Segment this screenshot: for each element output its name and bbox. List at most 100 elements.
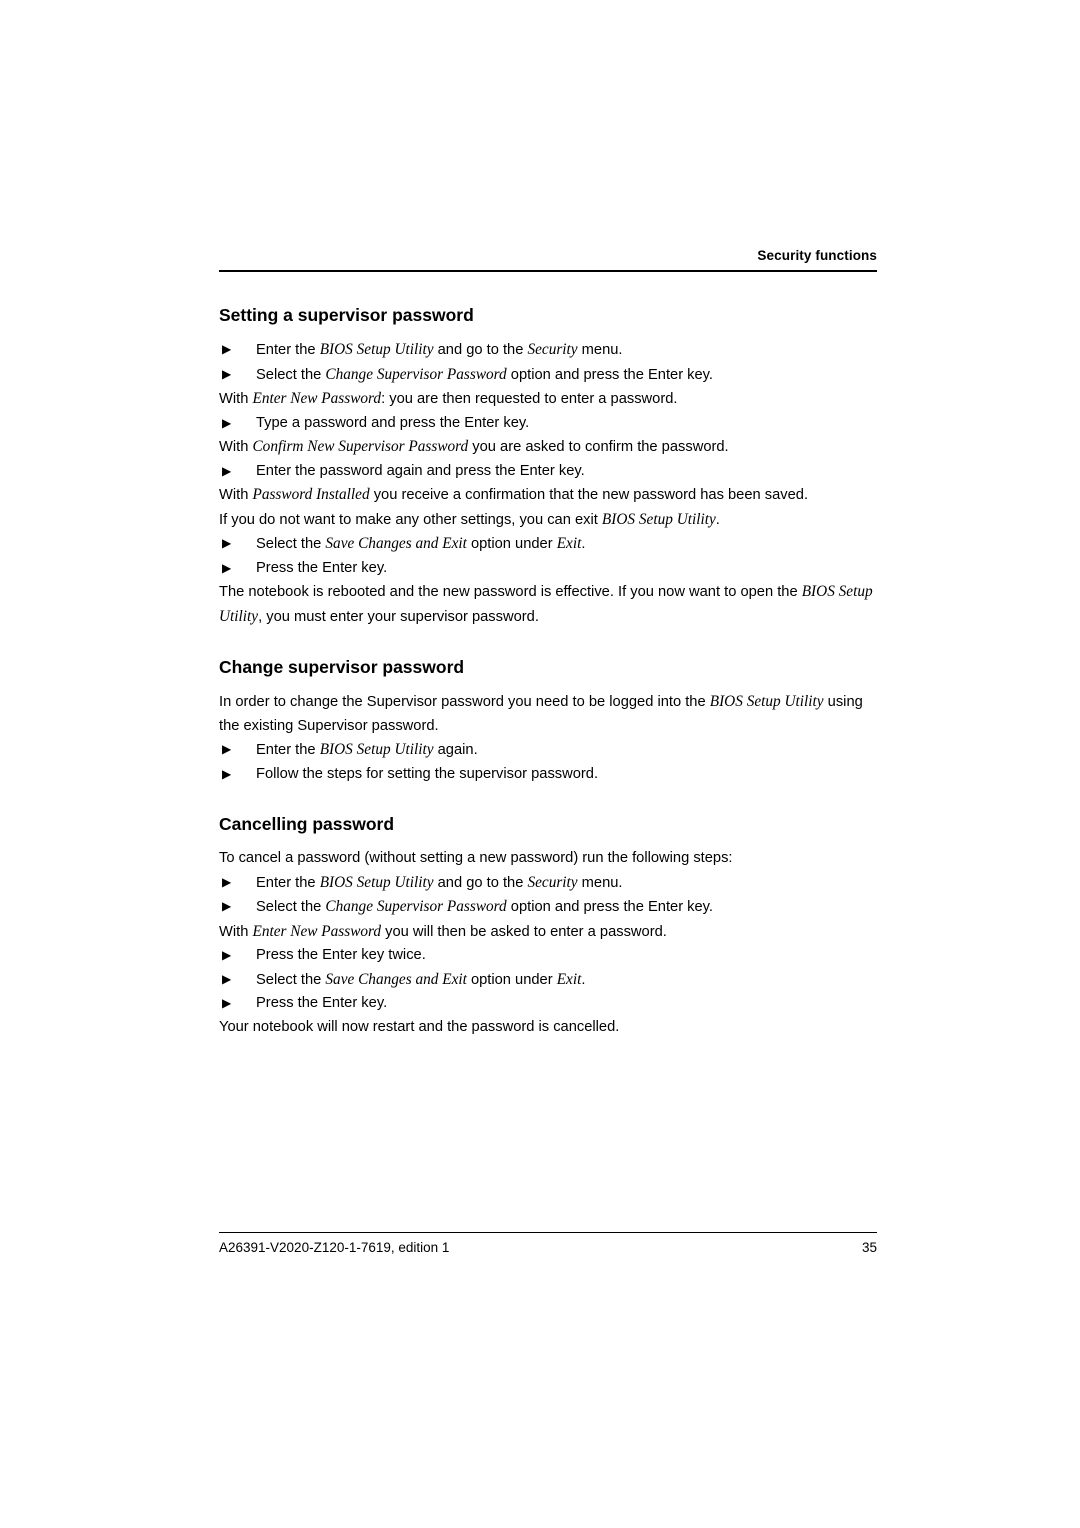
paragraph: Your notebook will now restart and the p…	[219, 1016, 884, 1040]
bullet-triangle-icon: ▶	[222, 463, 232, 478]
plain-text: .	[581, 971, 586, 988]
plain-text: Your notebook will now restart and the p…	[219, 1018, 620, 1035]
plain-text: Type a password and press the Enter key.	[256, 414, 530, 431]
plain-text: With	[219, 487, 253, 503]
plain-text: With	[219, 923, 253, 940]
plain-text: you are asked to confirm the password.	[468, 439, 729, 455]
emphasis-text: Enter New Password	[252, 922, 382, 940]
emphasis-text: BIOS Setup Utility	[709, 693, 824, 710]
emphasis-text: Save Changes and Exit	[325, 535, 467, 552]
paragraph: If you do not want to make any other set…	[219, 508, 884, 533]
emphasis-text: Exit	[556, 970, 582, 988]
paragraph: the existing Supervisor password.	[219, 715, 884, 739]
step-item: ▶ Type a password and press the Enter key…	[219, 412, 884, 436]
plain-text: Select the	[256, 971, 326, 988]
bullet-triangle-icon: ▶	[222, 996, 232, 1010]
plain-text: With	[219, 439, 253, 455]
plain-text: With	[219, 391, 253, 407]
step-item: ▶ Select the Save Changes and Exit option…	[219, 968, 884, 993]
plain-text: Press the Enter key.	[256, 995, 388, 1011]
plain-text: The notebook is rebooted and the new pas…	[219, 584, 802, 600]
bullet-triangle-icon: ▶	[222, 415, 232, 430]
plain-text: Follow the steps for setting the supervi…	[256, 765, 599, 782]
bullet-triangle-icon: ▶	[222, 342, 232, 356]
plain-text: Enter the	[256, 874, 320, 891]
step-item: ▶ Enter the BIOS Setup Utility and go to …	[219, 338, 884, 363]
emphasis-text: Save Changes and Exit	[325, 970, 467, 988]
section-heading: Setting a supervisor password	[219, 305, 474, 325]
plain-text: To cancel a password (without setting a …	[219, 850, 733, 866]
plain-text: If you do not want to make any other set…	[219, 511, 602, 528]
plain-text: , you must enter your supervisor passwor…	[258, 608, 539, 625]
step-item: ▶ Select the Change Supervisor Password o…	[219, 895, 884, 920]
emphasis-text: Exit	[556, 535, 582, 552]
paragraph: With Confirm New Supervisor Password you…	[219, 435, 884, 460]
plain-text: Press the Enter key.	[256, 559, 388, 576]
emphasis-text: BIOS Setup Utility	[319, 741, 434, 758]
step-item: ▶ Enter the password again and press the …	[219, 460, 884, 484]
plain-text: Select the	[256, 536, 326, 552]
section-heading: Cancelling password	[219, 814, 395, 834]
bullet-triangle-icon: ▶	[222, 560, 232, 575]
plain-text: Press the Enter key twice.	[256, 947, 426, 963]
emphasis-text: Confirm New Supervisor Password	[252, 438, 469, 455]
step-item: ▶ Enter the BIOS Setup Utility again.	[219, 738, 884, 763]
emphasis-text: Password Installed	[252, 486, 370, 503]
plain-text: Select the	[256, 366, 326, 383]
step-item: ▶ Select the Save Changes and Exit option…	[219, 532, 884, 557]
header-divider	[219, 270, 877, 272]
header-title: Security functions	[757, 248, 877, 263]
emphasis-text: Change Supervisor Password	[325, 365, 507, 383]
paragraph: In order to change the Supervisor passwo…	[219, 690, 884, 715]
plain-text: and go to the	[433, 874, 528, 891]
paragraph: With Enter New Password: you are then re…	[219, 387, 884, 412]
footer-divider	[219, 1232, 877, 1233]
plain-text: .	[581, 536, 586, 552]
page-header: Security functions	[219, 248, 877, 263]
paragraph: Utility, you must enter your supervisor …	[219, 605, 884, 630]
plain-text: Select the	[256, 899, 326, 915]
bullet-triangle-icon: ▶	[222, 536, 232, 550]
plain-text: option under	[466, 536, 557, 552]
paragraph: The notebook is rebooted and the new pas…	[219, 580, 884, 605]
plain-text: you will then be asked to enter a passwo…	[381, 923, 667, 940]
step-item: ▶ Press the Enter key.	[219, 992, 884, 1016]
page-footer: A26391-V2020-Z120-1-7619, edition 1 35	[219, 1240, 877, 1255]
emphasis-text: Utility	[219, 607, 259, 625]
bullet-triangle-icon: ▶	[222, 948, 232, 962]
plain-text: and go to the	[433, 342, 528, 358]
plain-text: menu.	[577, 342, 623, 358]
plain-text: : you are then requested to enter a pass…	[381, 391, 678, 407]
bullet-triangle-icon: ▶	[222, 874, 232, 889]
bullet-triangle-icon: ▶	[222, 366, 232, 381]
plain-text: .	[715, 511, 720, 528]
document-page: Security functions Setting a supervisor …	[0, 0, 1080, 1528]
step-item: ▶ Select the Change Supervisor Password o…	[219, 363, 884, 388]
plain-text: again.	[433, 742, 478, 758]
emphasis-text: Change Supervisor Password	[325, 898, 507, 915]
plain-text: option and press the Enter key.	[506, 899, 714, 915]
paragraph: To cancel a password (without setting a …	[219, 847, 884, 871]
bullet-triangle-icon: ▶	[222, 766, 232, 781]
plain-text: the existing Supervisor password.	[219, 717, 439, 734]
emphasis-text: BIOS Setup Utility	[319, 873, 434, 891]
step-item: ▶ Follow the steps for setting the superv…	[219, 763, 884, 787]
step-item: ▶ Press the Enter key twice.	[219, 944, 884, 968]
bullet-triangle-icon: ▶	[222, 899, 232, 913]
bullet-triangle-icon: ▶	[222, 742, 232, 756]
plain-text: option and press the Enter key.	[506, 366, 714, 383]
footer-document-id: A26391-V2020-Z120-1-7619, edition 1	[219, 1240, 450, 1255]
paragraph: With Enter New Password you will then be…	[219, 920, 884, 945]
emphasis-text: BIOS Setup	[801, 583, 873, 600]
footer-page-number: 35	[861, 1240, 877, 1255]
plain-text: you receive a confirmation that the new …	[369, 487, 809, 503]
bullet-triangle-icon: ▶	[222, 971, 232, 986]
plain-text: Enter the	[256, 342, 320, 358]
plain-text: option under	[466, 971, 557, 988]
emphasis-text: BIOS Setup Utility	[319, 341, 434, 358]
emphasis-text: Enter New Password	[252, 390, 382, 407]
plain-text: Enter the	[256, 742, 320, 758]
step-item: ▶ Enter the BIOS Setup Utility and go to …	[219, 871, 884, 896]
section-heading: Change supervisor password	[219, 657, 465, 677]
paragraph: With Password Installed you receive a co…	[219, 483, 884, 508]
